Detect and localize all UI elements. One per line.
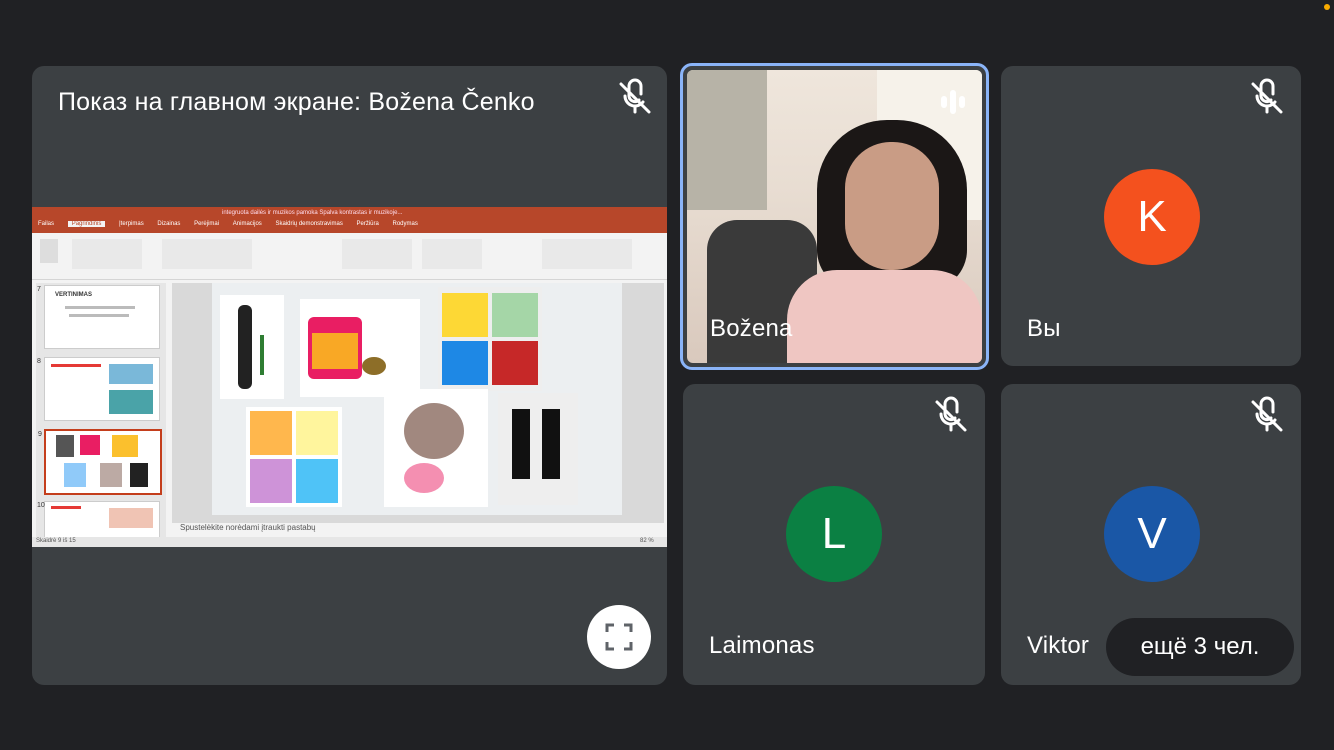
- ppt-tab: Failas: [38, 221, 55, 227]
- participant-name: Viktor: [1027, 632, 1090, 659]
- ppt-tab: Rodymas: [392, 221, 418, 227]
- paintings-image: [438, 287, 542, 391]
- slide-thumbnail: 7 VERTINIMAS: [37, 285, 160, 349]
- boots-image: [498, 393, 578, 505]
- slide: [212, 283, 622, 515]
- ppt-tab: Peržiūra: [356, 221, 379, 227]
- ppt-tab-bar: Failas Pagrindinis Įterpimas Dizainas Pe…: [32, 221, 667, 233]
- drawings-image: [246, 407, 342, 507]
- ppt-tab: Dizainas: [157, 221, 181, 227]
- participant-tile-laimonas[interactable]: L Laimonas: [683, 384, 985, 685]
- ppt-tab: Skaidrių demonstravimas: [275, 221, 343, 227]
- microphone-image: [220, 295, 284, 399]
- speaking-indicator-icon: [941, 90, 965, 114]
- avatar: L: [786, 486, 882, 582]
- slide-thumbnail-selected: 9: [38, 429, 162, 495]
- more-participants-chip[interactable]: ещё 3 чел.: [1106, 618, 1294, 676]
- ppt-ribbon: [32, 233, 667, 280]
- fullscreen-button[interactable]: [587, 605, 651, 669]
- participant-tile-you[interactable]: K Вы: [1001, 66, 1301, 366]
- ppt-slide-area: [172, 283, 664, 523]
- presentation-title: Показ на главном экране: Božena Čenko: [58, 88, 535, 116]
- ppt-titlebar: integruota dailės ir muzikos pamoka Spal…: [32, 207, 667, 221]
- ppt-tab: Animacijos: [232, 221, 262, 227]
- ppt-tab: Perėjimai: [194, 221, 220, 227]
- shared-screen: integruota dailės ir muzikos pamoka Spal…: [32, 207, 667, 547]
- presentation-tile[interactable]: Показ на главном экране: Božena Čenko in…: [32, 66, 667, 685]
- ppt-thumbnail-pane: 7 VERTINIMAS 8 9 10: [36, 283, 166, 539]
- mic-off-icon: [1251, 396, 1283, 432]
- avatar: K: [1104, 169, 1200, 265]
- participant-name: Laimonas: [709, 632, 815, 659]
- mug-image: [300, 299, 420, 397]
- fullscreen-icon: [605, 623, 633, 651]
- participant-name: Вы: [1027, 315, 1061, 342]
- teapot-image: [384, 389, 488, 507]
- avatar: V: [1104, 486, 1200, 582]
- participant-tile-viktor[interactable]: V Viktor ещё 3 чел.: [1001, 384, 1301, 685]
- participant-name: Božena: [710, 315, 793, 342]
- ppt-statusbar: Skaidrė 9 iš 15 82 %: [32, 537, 667, 547]
- ppt-tab-active: Pagrindinis: [67, 221, 106, 227]
- mic-off-icon: [1251, 78, 1283, 114]
- corner-indicator: [1324, 4, 1330, 10]
- ppt-notes: Spustelėkite norėdami įtraukti pastabų: [180, 523, 316, 532]
- slide-thumbnail: 10: [37, 501, 160, 539]
- participant-tile-bozena[interactable]: Božena: [680, 63, 989, 370]
- ppt-window-title: integruota dailės ir muzikos pamoka Spal…: [222, 210, 403, 216]
- mic-off-icon: [619, 78, 651, 114]
- slide-thumbnail: 8: [37, 357, 160, 421]
- ppt-tab: Įterpimas: [119, 221, 144, 227]
- mic-off-icon: [935, 396, 967, 432]
